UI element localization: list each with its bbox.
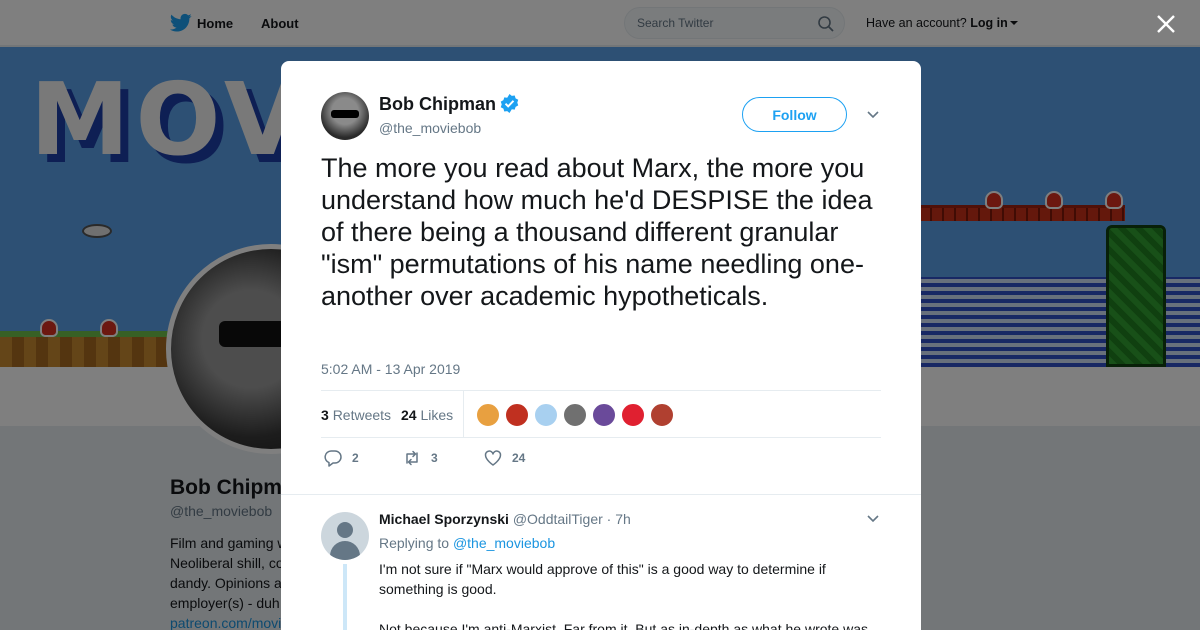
thread-line bbox=[343, 564, 347, 630]
reply-author-avatar[interactable] bbox=[321, 512, 369, 560]
reply-paragraph: Not because I'm anti-Marxist. Far from i… bbox=[379, 621, 872, 630]
liker-avatar[interactable] bbox=[534, 403, 558, 427]
sunglasses-shape bbox=[331, 110, 359, 118]
reply-author-name[interactable]: Michael Sporzynski bbox=[379, 511, 509, 527]
close-icon[interactable] bbox=[1156, 14, 1176, 34]
tweet-author-avatar[interactable] bbox=[321, 92, 369, 140]
verified-badge-icon bbox=[500, 94, 519, 113]
reply-time[interactable]: · 7h bbox=[607, 511, 631, 527]
replying-to-mention[interactable]: @the_moviebob bbox=[453, 535, 555, 551]
likes-stat[interactable]: 24 Likes bbox=[401, 407, 453, 423]
reply-header: Michael Sporzynski @OddtailTiger · 7h bbox=[379, 511, 631, 527]
liker-avatars bbox=[476, 403, 674, 427]
retweets-label: Retweets bbox=[332, 407, 392, 423]
liker-avatar[interactable] bbox=[650, 403, 674, 427]
retweets-stat[interactable]: 3 Retweets bbox=[321, 407, 391, 423]
replying-to: Replying to @the_moviebob bbox=[379, 535, 555, 551]
reply-icon bbox=[324, 450, 342, 467]
reply-count: 2 bbox=[352, 451, 359, 465]
liker-avatar[interactable] bbox=[505, 403, 529, 427]
liker-avatar[interactable] bbox=[621, 403, 645, 427]
likes-count: 24 bbox=[401, 407, 417, 423]
liker-avatar[interactable] bbox=[592, 403, 616, 427]
retweets-count: 3 bbox=[321, 407, 329, 423]
like-count: 24 bbox=[512, 451, 526, 465]
retweet-button[interactable]: 3 bbox=[403, 449, 438, 467]
tweet-text: The more you read about Marx, the more y… bbox=[321, 153, 873, 311]
tweet-stats: 3 Retweets 24 Likes bbox=[321, 390, 881, 438]
tweet-author-handle[interactable]: @the_moviebob bbox=[379, 120, 481, 136]
liker-avatar[interactable] bbox=[563, 403, 587, 427]
chevron-down-icon[interactable] bbox=[867, 111, 879, 119]
reply-author-handle[interactable]: @OddtailTiger bbox=[513, 511, 603, 527]
reply-tweet[interactable]: Michael Sporzynski @OddtailTiger · 7h Re… bbox=[281, 494, 921, 630]
follow-button[interactable]: Follow bbox=[742, 97, 847, 132]
heart-icon bbox=[484, 450, 502, 466]
replying-to-prefix: Replying to bbox=[379, 535, 450, 551]
reply-button[interactable]: 2 bbox=[324, 449, 359, 467]
tweet-timestamp[interactable]: 5:02 AM - 13 Apr 2019 bbox=[321, 361, 460, 377]
reply-paragraph: I'm not sure if "Marx would approve of t… bbox=[379, 561, 826, 597]
default-avatar-body bbox=[330, 541, 360, 560]
retweet-icon bbox=[406, 450, 418, 466]
reply-text: I'm not sure if "Marx would approve of t… bbox=[379, 559, 879, 630]
chevron-down-icon[interactable] bbox=[867, 515, 879, 523]
like-button[interactable]: 24 bbox=[484, 449, 525, 467]
stats-divider bbox=[463, 391, 464, 437]
retweet-count: 3 bbox=[431, 451, 438, 465]
default-avatar-head bbox=[337, 522, 353, 538]
tweet-author-name[interactable]: Bob Chipman bbox=[379, 94, 496, 115]
likes-label: Likes bbox=[420, 407, 454, 423]
liker-avatar[interactable] bbox=[476, 403, 500, 427]
tweet-modal: Bob Chipman @the_moviebob Follow The mor… bbox=[281, 61, 921, 630]
